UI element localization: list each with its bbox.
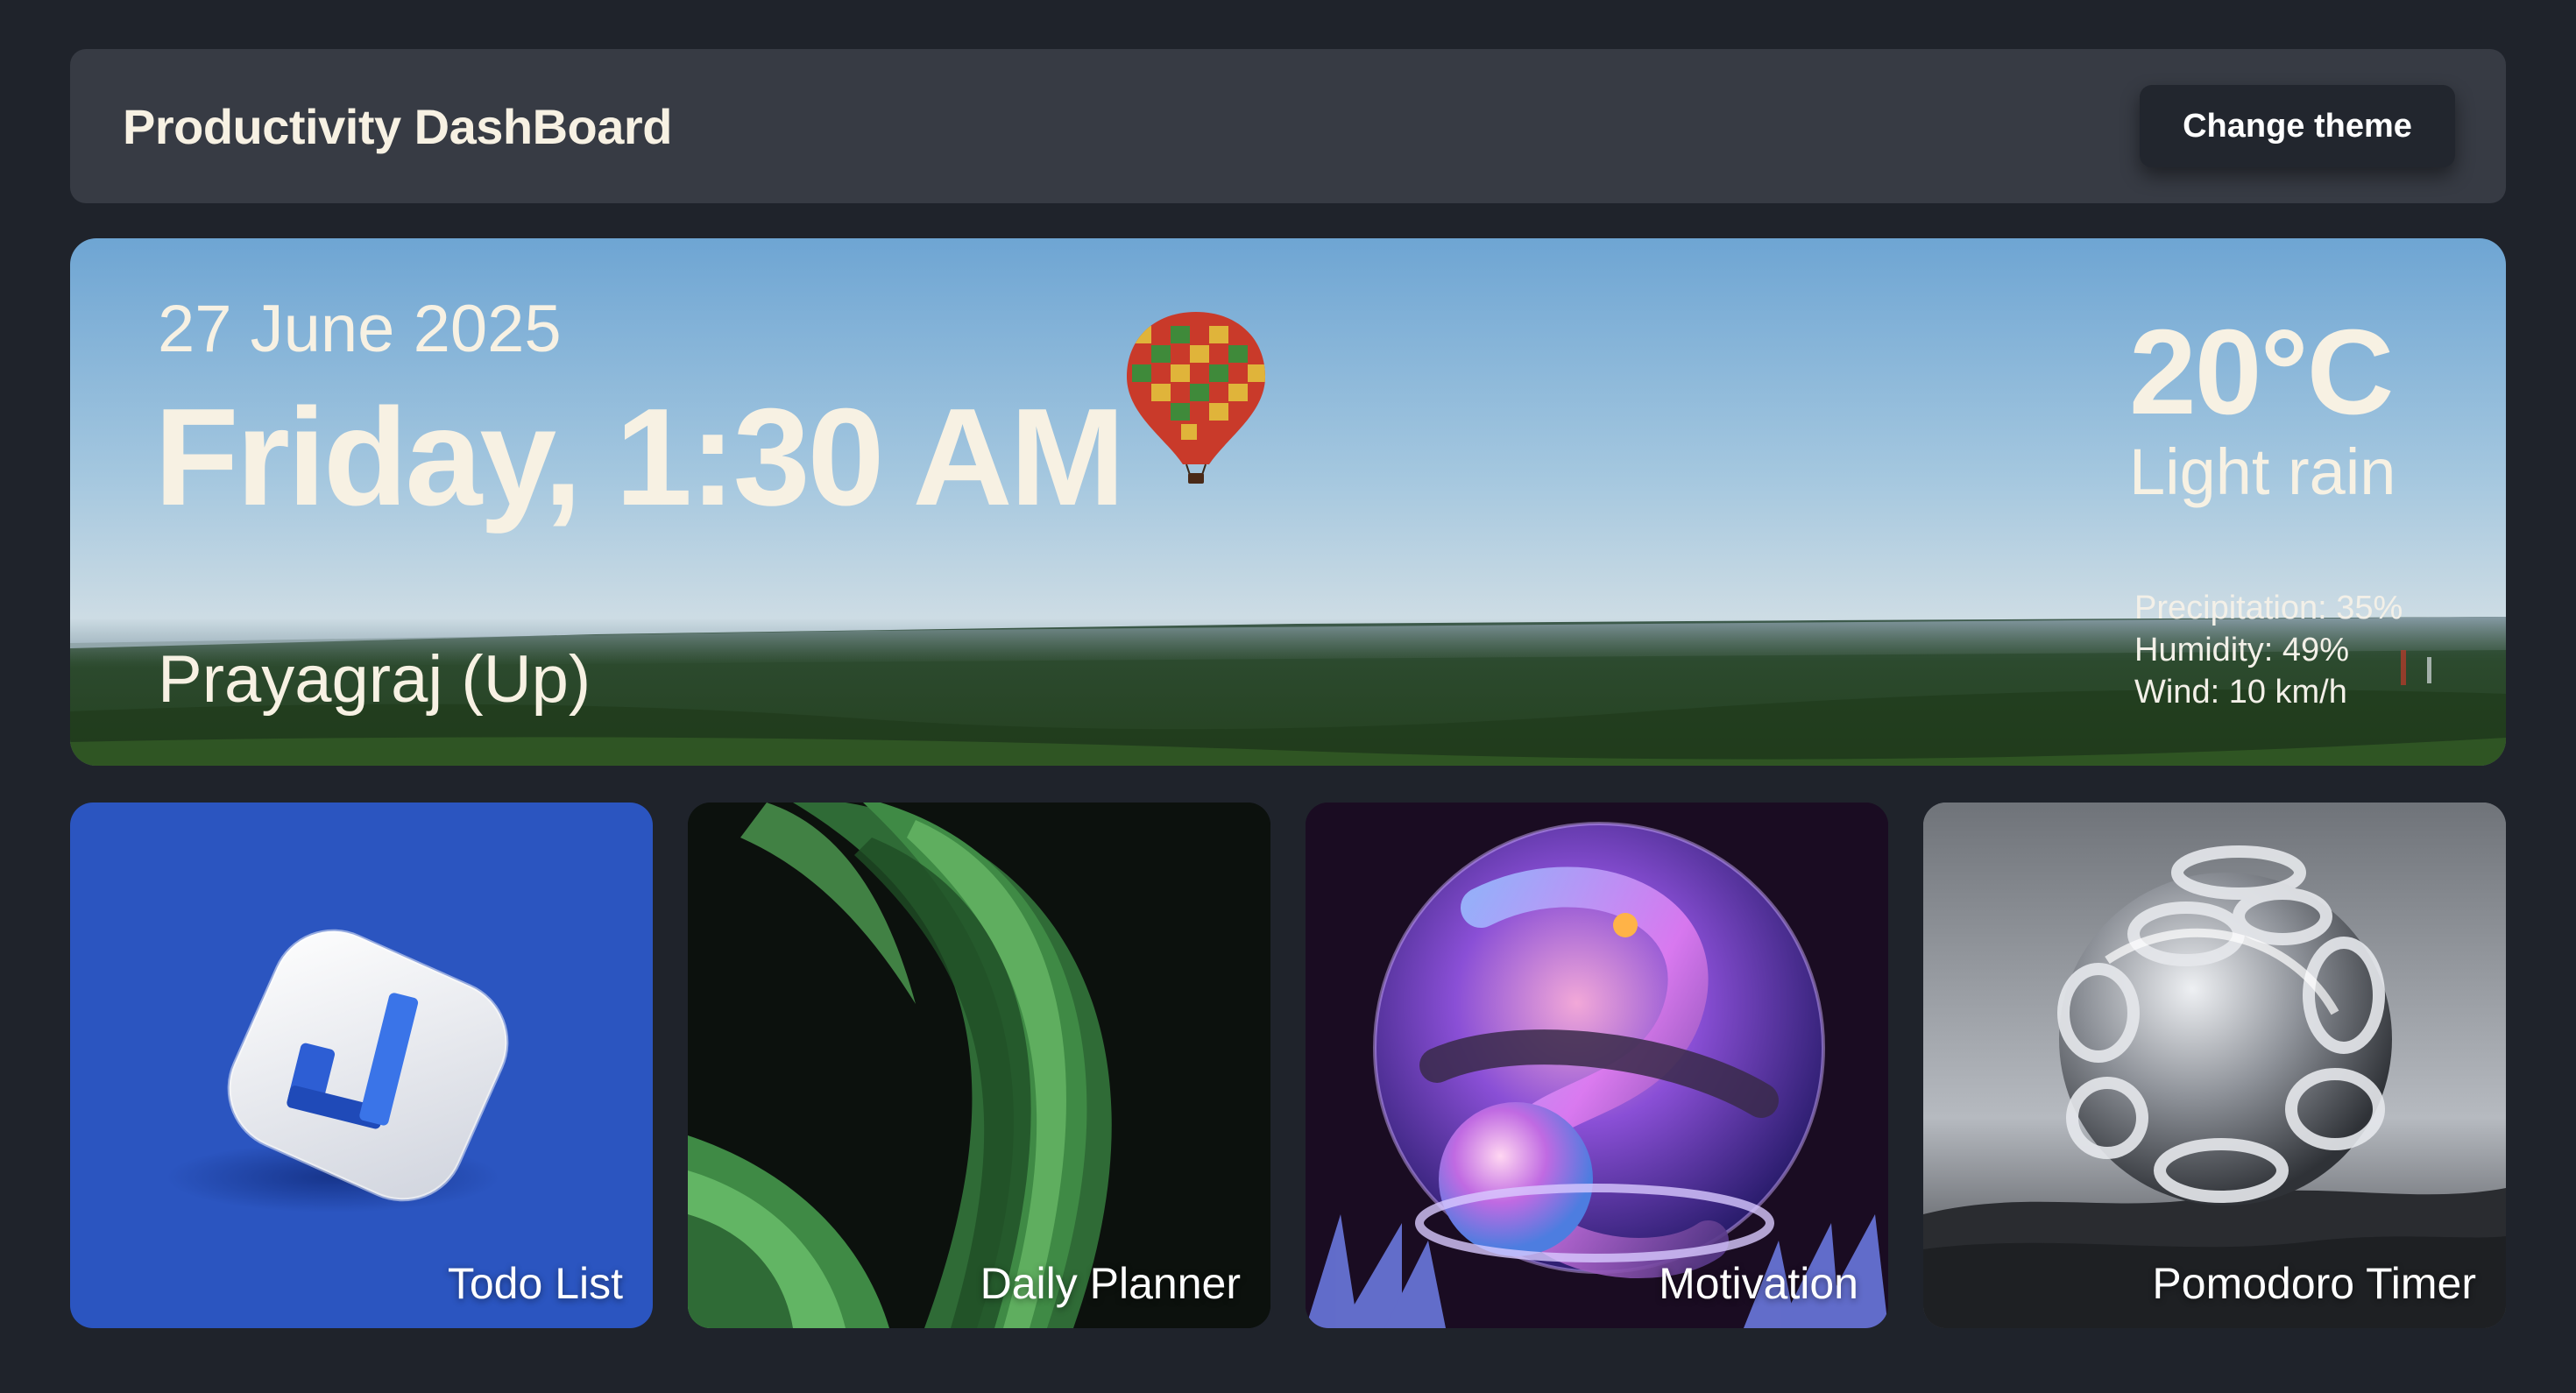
change-theme-button[interactable]: Change theme <box>2140 85 2455 167</box>
motivation-card[interactable]: Motivation <box>1306 803 1888 1328</box>
card-label: Daily Planner <box>980 1259 1241 1308</box>
todo-list-card[interactable]: Todo List <box>70 803 653 1328</box>
green-ribbon-art <box>688 803 1270 1328</box>
weather-details: Precipitation: 35% Humidity: 49% Wind: 1… <box>2134 587 2403 713</box>
card-label: Pomodoro Timer <box>2152 1259 2476 1308</box>
iridescent-sphere-art <box>1306 803 1888 1328</box>
card-label: Motivation <box>1659 1259 1858 1308</box>
dashboard-title: Productivity DashBoard <box>123 98 672 154</box>
hot-air-balloon-image <box>1127 312 1265 484</box>
weather-summary: 20°C Light rain <box>2129 312 2418 505</box>
silver-sphere-art <box>1923 803 2506 1328</box>
location-name: Prayagraj (Up) <box>158 642 591 717</box>
current-day-time: Friday, 1:30 AM <box>154 380 1125 534</box>
precipitation: Precipitation: 35% <box>2134 590 2403 626</box>
date-weather-banner: 27 June 2025 Friday, 1:30 AM Prayagraj (… <box>70 238 2506 766</box>
weather-condition: Light rain <box>2129 435 2396 508</box>
checkmark-tile-icon <box>166 929 509 1213</box>
top-header: Productivity DashBoard Change theme <box>70 49 2506 203</box>
wind-speed: Wind: 10 km/h <box>2134 674 2347 711</box>
temperature: 20°C <box>2129 305 2394 440</box>
humidity: Humidity: 49% <box>2134 632 2349 668</box>
card-label: Todo List <box>447 1259 623 1308</box>
daily-planner-card[interactable]: Daily Planner <box>688 803 1270 1328</box>
current-date: 27 June 2025 <box>158 292 562 366</box>
pomodoro-timer-card[interactable]: Pomodoro Timer <box>1923 803 2506 1328</box>
